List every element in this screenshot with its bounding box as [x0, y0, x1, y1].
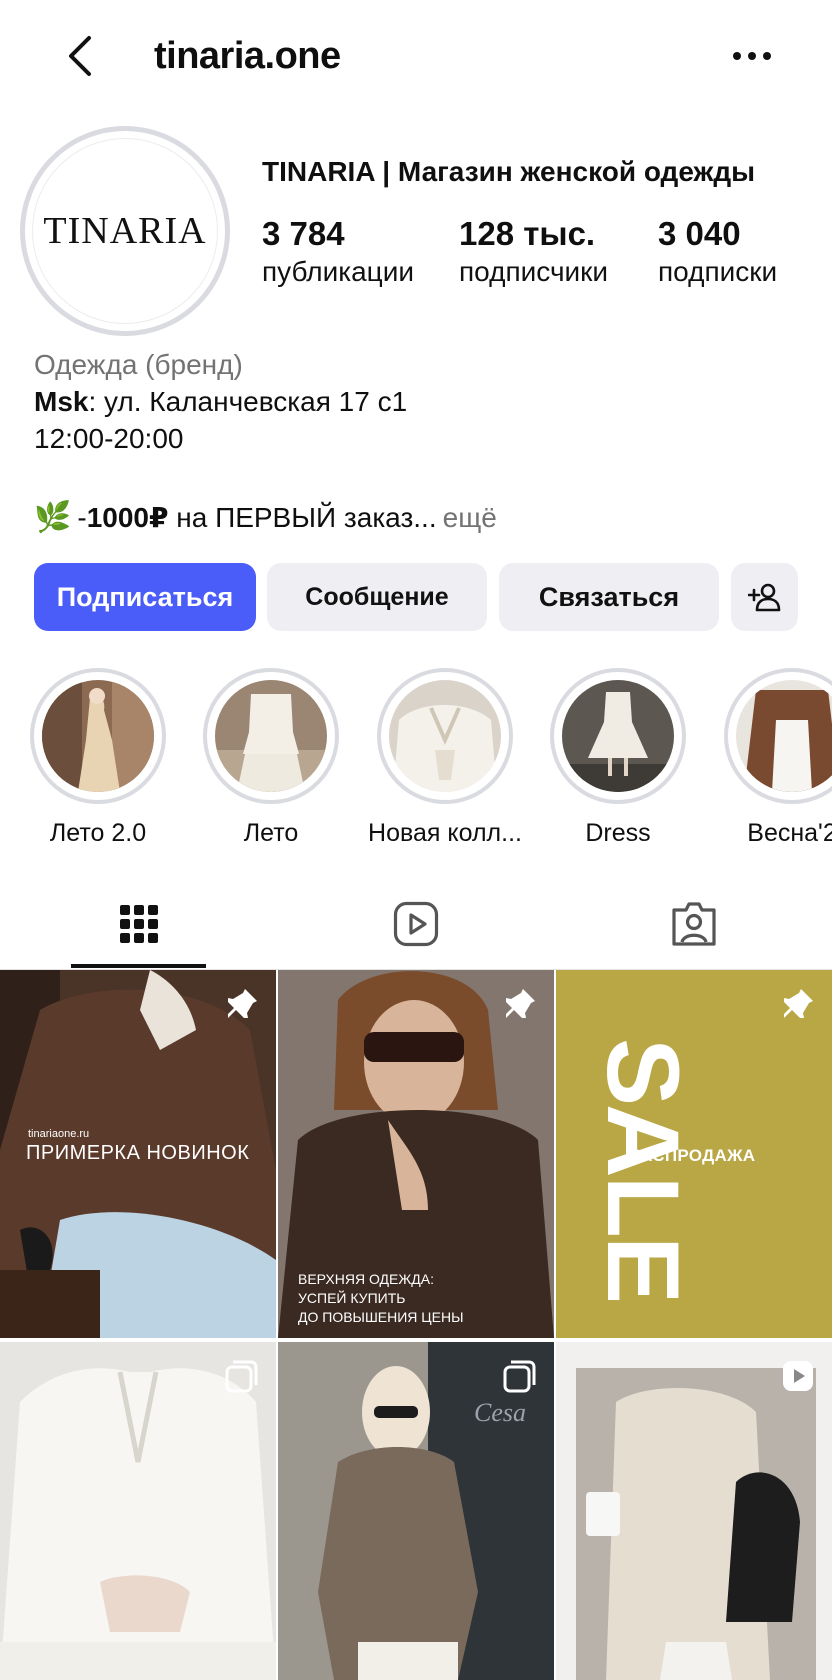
highlight-item[interactable]: Новая колл... [368, 668, 522, 848]
bio-address: Msk: ул. Каланчевская 17 с1 [34, 383, 804, 420]
tab-reels[interactable] [277, 878, 554, 970]
highlight-item[interactable]: Dress [548, 668, 688, 848]
follow-button[interactable]: Подписаться [34, 563, 256, 631]
post-caption-line: УСПЕЙ КУПИТЬ [298, 1290, 406, 1306]
bio-hours: 12:00-20:00 [34, 423, 184, 454]
back-icon[interactable] [60, 30, 100, 82]
stat-posts[interactable]: 3 784 публикации [262, 214, 414, 290]
profile-bio: Одежда (бренд) Msk: ул. Каланчевская 17 … [34, 346, 804, 457]
post-tile[interactable] [0, 1342, 276, 1680]
profile-username: tinaria.one [154, 35, 341, 77]
stat-followers[interactable]: 128 тыс. подписчики [459, 214, 608, 290]
add-person-icon [747, 583, 780, 612]
message-button[interactable]: Сообщение [267, 563, 487, 631]
tab-tagged[interactable] [555, 878, 832, 970]
highlight-item[interactable]: Весна'2 [722, 668, 832, 848]
highlight-label: Новая колл... [368, 819, 522, 847]
highlight-ring [550, 668, 686, 804]
promo-prefix: - [77, 502, 87, 533]
post-tile[interactable]: ВЕРХНЯЯ ОДЕЖДА: УСПЕЙ КУПИТЬ ДО ПОВЫШЕНИ… [278, 970, 554, 1338]
highlight-label: Лето 2.0 [49, 819, 147, 847]
highlight-label: Весна'2 [747, 819, 832, 847]
stat-following-count: 3 040 [658, 215, 741, 252]
highlight-cover-image [562, 680, 674, 792]
post-sign-text: Cesa [474, 1398, 526, 1427]
post-tile[interactable]: Cesa [278, 1342, 554, 1680]
grid-icon [119, 905, 158, 943]
avatar-logo: TINARIA [32, 138, 218, 324]
highlight-cover-image [215, 680, 327, 792]
post-sale-text: SALE [586, 1037, 700, 1303]
highlight-cover-image [389, 680, 501, 792]
profile-full-name: TINARIA | Магазин женской одежды [262, 156, 756, 187]
highlight-cover-image [42, 680, 154, 792]
carousel-icon [500, 1356, 540, 1396]
highlight-ring [377, 668, 513, 804]
highlight-ring [724, 668, 832, 804]
pin-icon [222, 984, 262, 1024]
add-person-button[interactable] [731, 563, 798, 631]
contact-button[interactable]: Связаться [499, 563, 719, 631]
more-options-icon[interactable] [728, 34, 776, 78]
bio-category: Одежда (бренд) [34, 349, 243, 380]
tab-posts-grid[interactable] [0, 878, 277, 970]
stat-following-label: подписки [658, 256, 778, 287]
promo-discount: 1000₽ [86, 502, 169, 533]
profile-avatar[interactable]: TINARIA [20, 126, 230, 336]
highlight-item[interactable]: Лето [201, 668, 341, 848]
herb-icon: 🌿 [34, 501, 72, 534]
post-tile[interactable]: tinariaone.ru ПРИМЕРКА НОВИНОК [0, 970, 276, 1338]
highlight-item[interactable]: Лето 2.0 [28, 668, 168, 848]
pin-icon [500, 984, 540, 1024]
promo-text: на ПЕРВЫЙ заказ... [168, 502, 437, 533]
highlight-ring [30, 668, 166, 804]
stat-posts-count: 3 784 [262, 215, 345, 252]
active-tab-indicator [71, 964, 206, 968]
stat-posts-label: публикации [262, 256, 414, 287]
top-bar: tinaria.one [0, 0, 832, 112]
post-caption: ПРИМЕРКА НОВИНОК [26, 1142, 250, 1164]
tagged-icon [671, 902, 716, 946]
bio-promo: 🌿 -1000₽ на ПЕРВЫЙ заказ... ещё [34, 498, 497, 538]
post-tile[interactable]: SALE РАСПРОДАЖА [556, 970, 832, 1338]
bio-more-link[interactable]: ещё [443, 498, 497, 538]
posts-grid: tinariaone.ru ПРИМЕРКА НОВИНОК ВЕРХНЯЯ О… [0, 970, 832, 1680]
post-caption-line: ВЕРХНЯЯ ОДЕЖДА: [298, 1271, 434, 1287]
post-caption: РАСПРОДАЖА [630, 1146, 756, 1165]
post-caption: ВЕРХНЯЯ ОДЕЖДА: УСПЕЙ КУПИТЬ ДО ПОВЫШЕНИ… [298, 1270, 463, 1327]
reels-icon [393, 901, 438, 947]
avatar-brand-text: TINARIA [43, 210, 207, 252]
stat-followers-count: 128 тыс. [459, 215, 596, 252]
highlight-cover-image [736, 680, 832, 792]
profile-tabs [0, 878, 832, 970]
carousel-icon [222, 1356, 262, 1396]
bio-city: Msk [34, 386, 89, 417]
bio-street: : ул. Каланчевская 17 с1 [88, 386, 408, 417]
highlight-label: Лето [243, 819, 299, 847]
highlight-label: Dress [585, 819, 651, 847]
video-icon [778, 1356, 818, 1396]
post-tile[interactable] [556, 1342, 832, 1680]
post-caption-line: ДО ПОВЫШЕНИЯ ЦЕНЫ [298, 1309, 464, 1325]
stat-following[interactable]: 3 040 подписки [658, 214, 777, 290]
stat-followers-label: подписчики [459, 256, 609, 287]
pin-icon [778, 984, 818, 1024]
post-caption-small: tinariaone.ru [28, 1128, 90, 1140]
highlight-ring [203, 668, 339, 804]
